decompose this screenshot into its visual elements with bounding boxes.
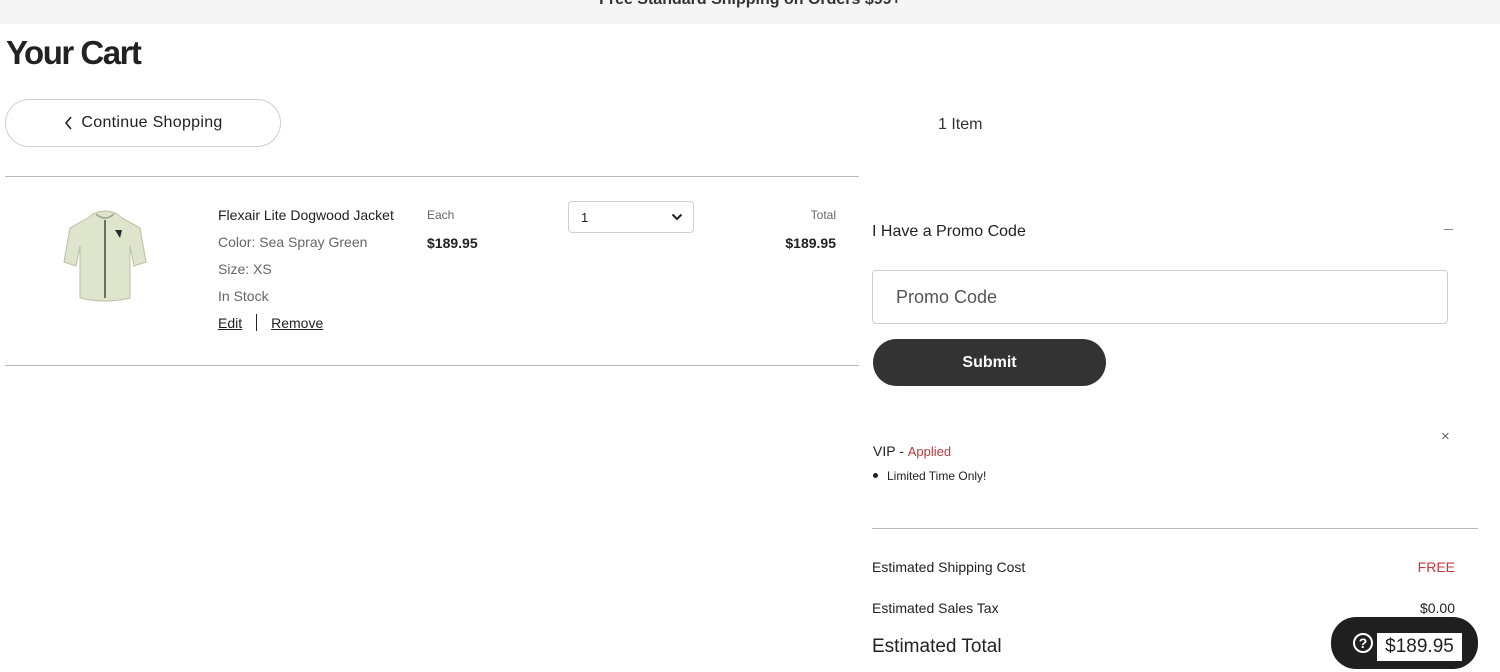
item-actions: Edit Remove — [218, 314, 323, 331]
edit-item-link[interactable]: Edit — [218, 315, 242, 331]
help-icon: ? — [1353, 633, 1373, 653]
chevron-down-icon — [671, 213, 683, 221]
applied-promo: VIP - Applied — [873, 443, 951, 459]
applied-status: Applied — [907, 444, 952, 459]
shipping-cost-value: FREE — [1417, 559, 1455, 575]
promo-code-toggle[interactable]: I Have a Promo Code — [872, 223, 1026, 241]
promo-code-input[interactable] — [872, 270, 1448, 324]
cart-divider-bottom — [5, 365, 859, 366]
applied-promo-code: VIP - — [873, 443, 908, 459]
close-icon[interactable]: × — [1441, 428, 1450, 445]
minus-icon[interactable] — [1444, 229, 1453, 230]
product-color: Color: Sea Spray Green — [218, 234, 368, 250]
line-total-price: $189.95 — [785, 235, 836, 251]
submit-promo-button[interactable]: Submit — [873, 339, 1106, 386]
each-label: Each — [427, 208, 455, 222]
page-title: Your Cart — [6, 34, 142, 71]
continue-shopping-button[interactable]: Continue Shopping — [5, 99, 281, 147]
estimated-total-label: Estimated Total — [872, 636, 1002, 657]
sales-tax-label: Estimated Sales Tax — [872, 600, 999, 616]
action-separator — [256, 314, 258, 331]
cart-divider-top — [5, 176, 859, 177]
product-name[interactable]: Flexair Lite Dogwood Jacket — [218, 207, 394, 223]
quantity-value: 1 — [581, 209, 589, 225]
total-label: Total — [810, 208, 836, 222]
item-count: 1 Item — [938, 116, 983, 133]
estimated-total-value: $189.95 — [1377, 633, 1462, 661]
sales-tax-value: $0.00 — [1419, 600, 1455, 616]
quantity-select[interactable]: 1 — [568, 201, 694, 233]
shipping-cost-label: Estimated Shipping Cost — [872, 559, 1026, 575]
shipping-banner-text: Free Standard Shipping on Orders $99+ — [599, 0, 901, 8]
promo-detail: Limited Time Only! — [873, 469, 986, 483]
product-image-jacket[interactable] — [60, 206, 150, 306]
continue-shopping-label: Continue Shopping — [81, 114, 223, 131]
product-size: Size: XS — [218, 261, 272, 277]
remove-item-link[interactable]: Remove — [271, 315, 323, 331]
chevron-left-icon — [65, 116, 73, 130]
shipping-banner: Free Standard Shipping on Orders $99+ — [0, 0, 1500, 24]
product-stock: In Stock — [218, 288, 269, 304]
each-price: $189.95 — [427, 235, 478, 251]
summary-divider — [872, 528, 1478, 529]
